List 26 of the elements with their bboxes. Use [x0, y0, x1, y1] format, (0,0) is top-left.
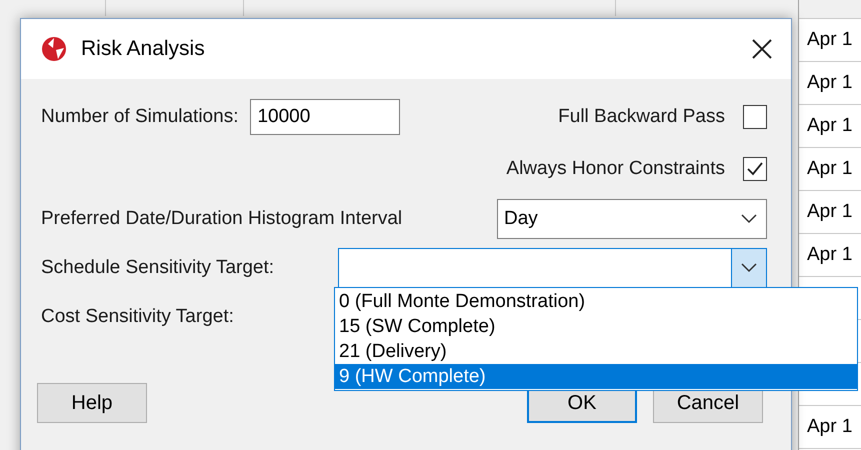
field-label: Schedule Sensitivity Target: — [41, 257, 274, 279]
column-header — [799, 0, 861, 19]
checkbox[interactable] — [743, 157, 767, 181]
checkbox-label: Full Backward Pass — [558, 106, 725, 128]
field-label: Number of Simulations: — [41, 106, 238, 128]
simulations-field[interactable]: 10000 — [250, 99, 400, 135]
close-icon[interactable] — [751, 38, 773, 60]
checkbox-label: Always Honor Constraints — [506, 158, 725, 180]
dialog-button[interactable]: Help — [37, 383, 147, 423]
chevron-down-icon — [741, 214, 757, 224]
dropdown-option[interactable]: 9 (HW Complete) — [335, 364, 857, 389]
interval-dropdown[interactable]: Day — [497, 199, 767, 239]
field-label: Cost Sensitivity Target: — [41, 306, 234, 328]
checkbox[interactable] — [743, 105, 767, 129]
field-label: Preferred Date/Duration Histogram Interval — [41, 208, 402, 230]
table-cell: Apr 1 — [799, 62, 861, 105]
chevron-down-icon — [741, 263, 757, 273]
window-title: Risk Analysis — [81, 37, 206, 61]
table-cell: Apr 1 — [799, 105, 861, 148]
table-cell: Apr 1 — [799, 148, 861, 191]
table-cell: Apr 1 — [799, 234, 861, 277]
table-cell: Apr 1 — [799, 19, 861, 62]
table-cell: Apr 1 — [799, 191, 861, 234]
logo-icon — [39, 34, 69, 64]
schedule-dropdown[interactable] — [338, 248, 767, 288]
table-cell: Apr 1 — [799, 406, 861, 449]
